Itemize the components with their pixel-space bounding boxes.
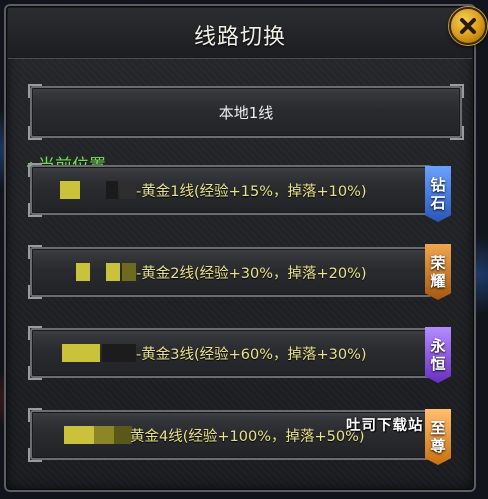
line-option-label: -黄金2线(经验+30%，掉落+20%) <box>136 262 367 283</box>
frame-corner <box>28 163 42 177</box>
censored-name <box>64 426 132 444</box>
frame-corner <box>28 203 42 217</box>
line-option-label: 黄金4线(经验+100%，掉落+50%) <box>130 425 365 446</box>
tag-char: 耀 <box>430 272 446 290</box>
line-option-3[interactable]: -黄金3线(经验+60%，掉落+30%) <box>28 326 432 380</box>
title-bar: 线路切换 <box>8 8 472 59</box>
close-button[interactable] <box>449 7 487 45</box>
line-name: 黄金4线(经验+100%，掉落+50%) <box>130 429 365 445</box>
tag-char: 石 <box>430 194 446 212</box>
glory-tier-tag: 荣 耀 <box>425 244 451 300</box>
tag-char: 恒 <box>430 355 446 373</box>
current-line-slot: 本地1线 <box>28 84 464 140</box>
frame-corner <box>28 245 42 259</box>
eternal-tier-tag: 永 恒 <box>425 327 451 383</box>
line-option-2[interactable]: -黄金2线(经验+30%，掉落+20%) <box>28 245 432 299</box>
line-option-label: -黄金1线(经验+15%，掉落+10%) <box>136 180 367 201</box>
line-option-1[interactable]: -黄金1线(经验+15%，掉落+10%) <box>28 163 432 217</box>
line-name: 黄金3线(经验+60%，掉落+30%) <box>141 347 367 363</box>
close-icon <box>460 18 476 34</box>
panel-title: 线路切换 <box>193 25 286 50</box>
tag-char: 永 <box>430 337 446 355</box>
censored-name <box>62 344 136 362</box>
censored-name <box>76 263 136 281</box>
frame-corner <box>28 448 42 462</box>
tag-char: 钻 <box>430 176 446 194</box>
diamond-tier-tag: 钻 石 <box>425 166 451 222</box>
supreme-tier-tag: 至 尊 <box>425 409 451 465</box>
frame-corner <box>450 84 464 98</box>
censored-name <box>60 181 136 199</box>
frame-corner <box>450 126 464 140</box>
line-name: 黄金2线(经验+30%，掉落+20%) <box>141 266 367 282</box>
frame-corner <box>28 366 42 380</box>
site-watermark: 吐司下载站 <box>346 418 424 434</box>
tag-char: 荣 <box>430 254 446 272</box>
frame-corner <box>28 326 42 340</box>
frame-corner <box>28 285 42 299</box>
line-option-label: -黄金3线(经验+60%，掉落+30%) <box>136 343 367 364</box>
frame-corner <box>28 126 42 140</box>
tag-char: 尊 <box>430 437 446 455</box>
tag-char: 至 <box>430 419 446 437</box>
frame-corner <box>28 84 42 98</box>
current-line-label: 本地1线 <box>218 103 274 122</box>
line-name: 黄金1线(经验+15%，掉落+10%) <box>141 184 367 200</box>
frame-corner <box>28 408 42 422</box>
